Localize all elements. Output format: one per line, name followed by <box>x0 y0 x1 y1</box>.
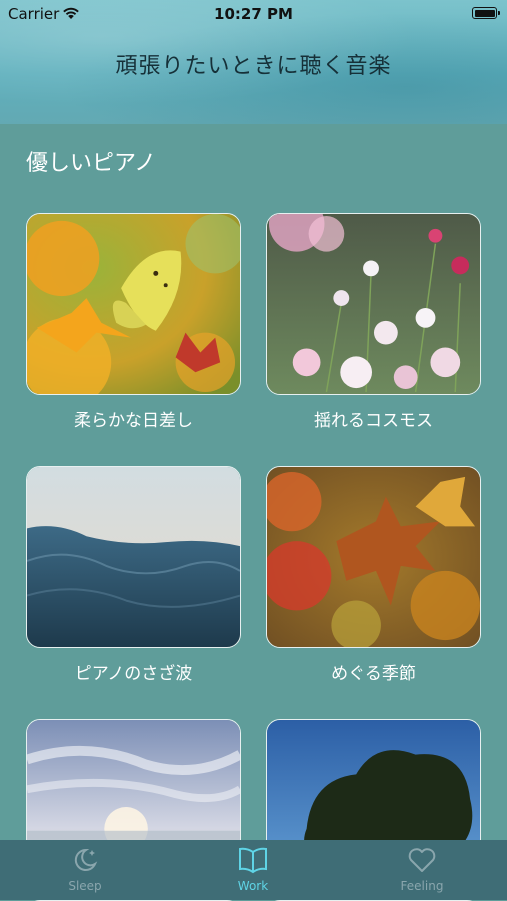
page-title: 頑張りたいときに聴く音楽 <box>115 54 392 79</box>
status-bar: Carrier 10:27 PM <box>0 0 507 28</box>
battery-icon <box>472 7 500 19</box>
card-image-2[interactable] <box>266 213 481 395</box>
tab-work[interactable]: Work <box>193 846 313 893</box>
status-time: 10:27 PM <box>214 5 293 23</box>
card-title-1[interactable]: 柔らかな日差し <box>26 406 241 431</box>
tab-label-sleep: Sleep <box>68 879 102 893</box>
tab-label-feeling: Feeling <box>400 879 444 893</box>
header-banner: Carrier 10:27 PM 頑張りたいときに聴く音楽 <box>0 0 507 124</box>
book-icon <box>237 847 269 877</box>
card-title-2[interactable]: 揺れるコスモス <box>266 406 481 431</box>
card-title-3[interactable]: ピアノのさざ波 <box>26 659 241 684</box>
moon-stars-icon <box>70 848 100 877</box>
card-image-3[interactable] <box>26 466 241 648</box>
butterfly-image <box>27 214 240 394</box>
section-title: 優しいピアノ <box>26 151 157 176</box>
tab-bar: Sleep Work Feeling <box>0 840 507 900</box>
tab-feeling[interactable]: Feeling <box>362 846 482 893</box>
card-title-4[interactable]: めぐる季節 <box>266 659 481 684</box>
tab-sleep[interactable]: Sleep <box>25 846 145 893</box>
tab-label-work: Work <box>237 879 269 893</box>
autumn-leaves-image <box>267 467 480 647</box>
ocean-image <box>27 467 240 647</box>
card-image-4[interactable] <box>266 466 481 648</box>
card-image-1[interactable] <box>26 213 241 395</box>
cosmos-image <box>267 214 480 394</box>
heart-icon <box>407 848 437 877</box>
